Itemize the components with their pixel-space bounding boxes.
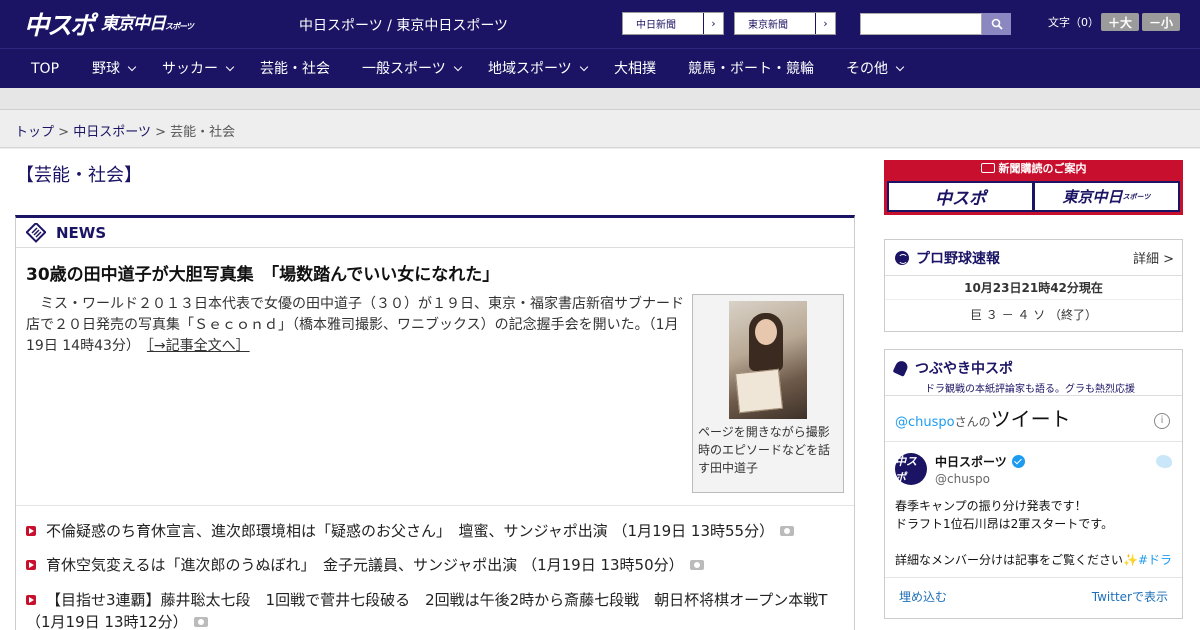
chevron-down-icon <box>579 62 588 72</box>
tweet-text: 春季キャンプの振り分け発表です！ ドラフト1位石川昂は2軍スタートです。 詳細な… <box>895 499 1173 567</box>
breadcrumb: トップ > 中日スポーツ > 芸能・社会 <box>15 125 236 140</box>
twitter-section: つぶやき中スポ ドラ観戦の本紙評論家も語る。グラも熱烈応援 @chuspoさんの… <box>884 349 1183 619</box>
camera-icon <box>689 560 704 570</box>
baseball-title: プロ野球速報 <box>916 250 1000 267</box>
view-on-twitter-link[interactable]: Twitterで表示 <box>1092 588 1168 605</box>
chevron-down-icon <box>895 62 905 72</box>
site-names: 中日スポーツ / 東京中日スポーツ <box>299 18 509 34</box>
timeline-title: @chuspoさんのツイート <box>895 407 1071 431</box>
site-logo[interactable]: 中スポ 東京中日スポーツ <box>24 8 194 40</box>
tweet-author-name[interactable]: 中日スポーツ <box>935 453 1025 470</box>
tweet-author-handle[interactable]: @chuspo <box>935 472 990 486</box>
chunichi-shimbun-link[interactable]: 中日新聞 › <box>622 12 724 35</box>
baseball-detail-link[interactable]: 詳細 > <box>1133 248 1174 267</box>
subscription-logo-chuspo[interactable]: 中スポ <box>889 183 1032 210</box>
embed-link[interactable]: 埋め込む <box>899 588 947 605</box>
camera-icon <box>193 617 208 627</box>
nav-other[interactable]: その他 <box>846 49 905 89</box>
info-icon[interactable]: i <box>1154 413 1170 429</box>
main-nav: TOP 野球 サッカー 芸能・社会 一般スポーツ 地域スポーツ 大相撲 競馬・ボ… <box>0 48 1200 88</box>
news-label: NEWS <box>56 223 107 242</box>
nav-soccer[interactable]: サッカー <box>162 49 235 89</box>
headline-item[interactable]: 不倫疑惑のち育休宣言、進次郎環境相は「疑惑のお父さん」 壇蜜、サンジャポ出演 （… <box>26 520 846 542</box>
tokyo-shimbun-link[interactable]: 東京新聞 › <box>734 12 836 35</box>
subscription-banner[interactable]: 新聞購読のご案内 中スポ 東京中日 スポーツ <box>884 160 1183 215</box>
chevron-right-icon: › <box>815 13 835 34</box>
play-bullet-icon <box>26 526 36 536</box>
search-icon <box>991 18 1003 30</box>
logo-tokyo-chunichi: 東京中日スポーツ <box>101 14 194 34</box>
timeline-handle-link[interactable]: @chuspo <box>895 415 955 430</box>
lead-article-title[interactable]: 30歳の田中道子が大胆写真集 「場数踏んでいい女になれた」 <box>26 260 499 285</box>
news-header: NEWS <box>16 218 854 248</box>
lead-photo-box: ページを開きながら撮影時のエピソードなどを話す田中道子 <box>692 294 844 493</box>
lead-article-body: ミス・ワールド２０１３日本代表で女優の田中道子（３０）が１９日、東京・福家書店新… <box>26 296 684 354</box>
nav-baseball[interactable]: 野球 <box>92 49 137 89</box>
page-title: 【芸能・社会】 <box>16 165 142 186</box>
twitter-subtitle: ドラ観戦の本紙評論家も語る。グラも熱烈応援 <box>925 384 1135 395</box>
nav-racing[interactable]: 競馬・ボート・競輪 <box>688 49 814 89</box>
photo-caption: ページを開きながら撮影時のエピソードなどを話す田中道子 <box>698 425 831 475</box>
twitter-timeline: @chuspoさんのツイート i 中スポ 中日スポーツ @chuspo 春季キャ… <box>885 397 1182 618</box>
font-size-down-button[interactable]: －小 <box>1142 13 1180 31</box>
score-game[interactable]: 巨 ３ － ４ ソ （終了） <box>885 300 1182 330</box>
ad-strip <box>0 88 1200 110</box>
breadcrumb-section[interactable]: 中日スポーツ <box>73 125 151 140</box>
nav-general-sports[interactable]: 一般スポーツ <box>362 49 462 89</box>
font-size-up-button[interactable]: ＋大 <box>1101 13 1139 31</box>
divider <box>16 505 854 506</box>
baseball-icon <box>895 250 909 265</box>
chevron-right-icon: › <box>703 13 723 34</box>
twitter-header: つぶやき中スポ ドラ観戦の本紙評論家も語る。グラも熱烈応援 <box>885 350 1182 396</box>
subscription-logo-tokyo[interactable]: 東京中日 スポーツ <box>1035 183 1178 210</box>
chevron-down-icon <box>225 62 235 72</box>
verified-icon <box>1011 455 1025 468</box>
play-bullet-icon <box>26 595 36 605</box>
breadcrumb-bar: トップ > 中日スポーツ > 芸能・社会 <box>0 111 1200 148</box>
baseball-header: プロ野球速報 詳細 > <box>885 240 1182 276</box>
score-timestamp: 10月23日21時42分現在 <box>885 276 1182 300</box>
read-more-link[interactable]: ［→記事全文へ］ <box>147 338 250 354</box>
news-tag-icon <box>26 222 46 243</box>
top-header: 中スポ 東京中日スポーツ 中日スポーツ / 東京中日スポーツ 中日新聞 › 東京… <box>0 0 1200 48</box>
nav-entertainment[interactable]: 芸能・社会 <box>260 49 330 89</box>
logo-chuspo: 中スポ <box>24 11 95 40</box>
avatar[interactable]: 中スポ <box>895 453 927 485</box>
megaphone-icon <box>892 359 910 377</box>
news-section: NEWS 30歳の田中道子が大胆写真集 「場数踏んでいい女になれた」 ミス・ワー… <box>15 215 855 630</box>
nav-sumo[interactable]: 大相撲 <box>614 49 656 89</box>
newspaper-icon <box>980 163 995 173</box>
headline-item[interactable]: 育休空気変えるは「進次郎のうぬぼれ」 金子元議員、サンジャポ出演 （1月19日 … <box>26 554 846 576</box>
nav-top[interactable]: TOP <box>31 49 59 89</box>
play-bullet-icon <box>26 560 36 570</box>
lead-photo[interactable] <box>729 301 807 419</box>
headline-item[interactable]: 【目指せ3連覇】藤井聡太七段 1回戦で菅井七段破る 2回戦は午後2時から斎藤七段… <box>26 589 846 630</box>
search-button[interactable] <box>982 13 1011 35</box>
breadcrumb-home[interactable]: トップ <box>15 125 54 140</box>
baseball-score-widget: プロ野球速報 詳細 > 10月23日21時42分現在 巨 ３ － ４ ソ （終了… <box>884 239 1183 332</box>
twitter-bird-icon[interactable] <box>1156 455 1172 468</box>
chevron-down-icon <box>127 62 137 72</box>
nav-local-sports[interactable]: 地域スポーツ <box>488 49 588 89</box>
subscription-title: 新聞購読のご案内 <box>884 160 1183 178</box>
chevron-down-icon <box>453 62 462 72</box>
breadcrumb-current: 芸能・社会 <box>170 125 236 140</box>
search-input[interactable] <box>860 13 982 35</box>
camera-icon <box>780 526 795 536</box>
font-size-label: 文字（0） <box>1048 16 1099 29</box>
